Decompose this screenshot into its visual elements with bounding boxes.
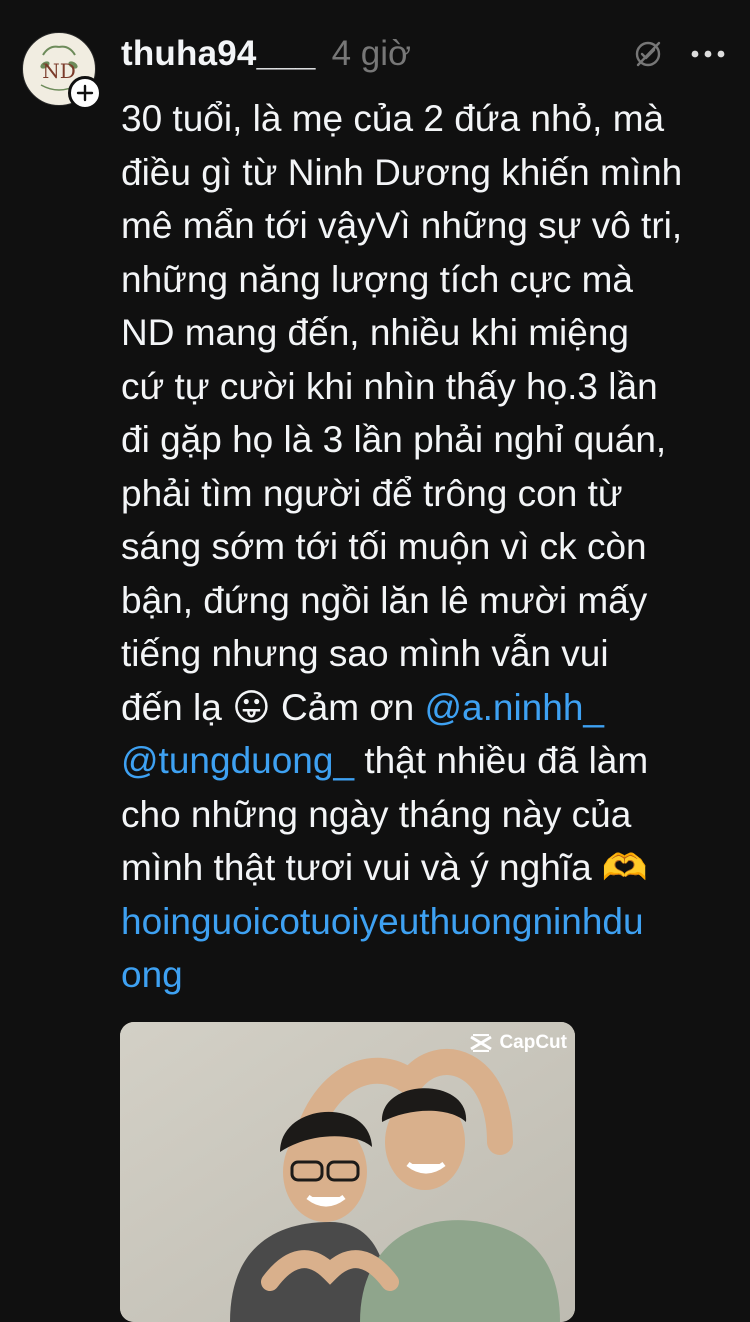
- translate-off-button[interactable]: [630, 36, 666, 72]
- post-text-line: tiếng nhưng sao mình vẫn vui: [121, 633, 609, 674]
- username[interactable]: thuha94___: [121, 34, 316, 74]
- mention-link-a-ninhh[interactable]: @a.ninhh_: [424, 687, 604, 728]
- post-text-line: bận, đứng ngồi lăn lê mười mấy: [121, 579, 648, 621]
- post-text-line: cho những ngày tháng này của: [121, 793, 632, 835]
- hashtag-link-continued[interactable]: ong: [121, 948, 736, 1002]
- mention-link-tungduong[interactable]: @tungduong_: [121, 740, 354, 781]
- translate-off-icon: [635, 41, 661, 67]
- post-text-segment: đến lạ 😛 Cảm ơn: [121, 686, 425, 728]
- post-text-line: phải tìm người để trông con từ: [121, 472, 623, 514]
- post-text-line: điều gì từ Ninh Dương khiến mình: [121, 151, 683, 193]
- post-text-line: ND mang đến, nhiều khi miệng: [121, 312, 630, 353]
- post-text-line: mình thật tươi vui và ý nghĩa 🫶: [121, 847, 648, 888]
- thread-post: ND thuha94___ 4 giờ 30 tuổi, là mẹ của 2…: [0, 0, 750, 1322]
- post-text-line: đến lạ 😛 Cảm ơn @a.ninhh_: [121, 681, 736, 735]
- photo-two-men-heart-pose: [120, 1022, 575, 1322]
- post-text-line: cứ tự cười khi nhìn thấy họ.3 lần: [121, 365, 658, 407]
- post-body-text: 30 tuổi, là mẹ của 2 đứa nhỏ, mà điều gì…: [121, 92, 736, 1002]
- post-header: thuha94___ 4 giờ: [121, 30, 726, 78]
- post-text-segment: thật nhiều đã làm: [354, 740, 649, 781]
- capcut-logo-icon: [470, 1034, 493, 1052]
- avatar[interactable]: ND: [22, 32, 102, 110]
- follow-plus-button[interactable]: [68, 76, 102, 110]
- post-text-line: đi gặp họ là 3 lần phải nghỉ quán,: [121, 419, 667, 460]
- capcut-watermark-text: CapCut: [499, 1032, 567, 1053]
- header-actions: [630, 36, 726, 72]
- svg-text:ND: ND: [42, 59, 76, 83]
- post-text-line: @tungduong_ thật nhiều đã làm: [121, 734, 736, 788]
- more-options-button[interactable]: [690, 36, 726, 72]
- post-media-image[interactable]: CapCut: [120, 1022, 575, 1322]
- capcut-watermark: CapCut: [469, 1032, 567, 1054]
- post-text-line: những năng lượng tích cực mà: [121, 258, 634, 300]
- timestamp: 4 giờ: [331, 34, 411, 73]
- post-text-line: mê mẩn tới vậyVì những sự vô tri,: [121, 205, 683, 246]
- hashtag-link[interactable]: hoinguoicotuoiyeuthuongninhdu: [121, 895, 736, 949]
- post-text-line: 30 tuổi, là mẹ của 2 đứa nhỏ, mà: [121, 98, 665, 139]
- more-icon: [691, 50, 725, 58]
- post-text-line: sáng sớm tới tối muộn vì ck còn: [121, 526, 647, 567]
- plus-icon: [76, 84, 94, 102]
